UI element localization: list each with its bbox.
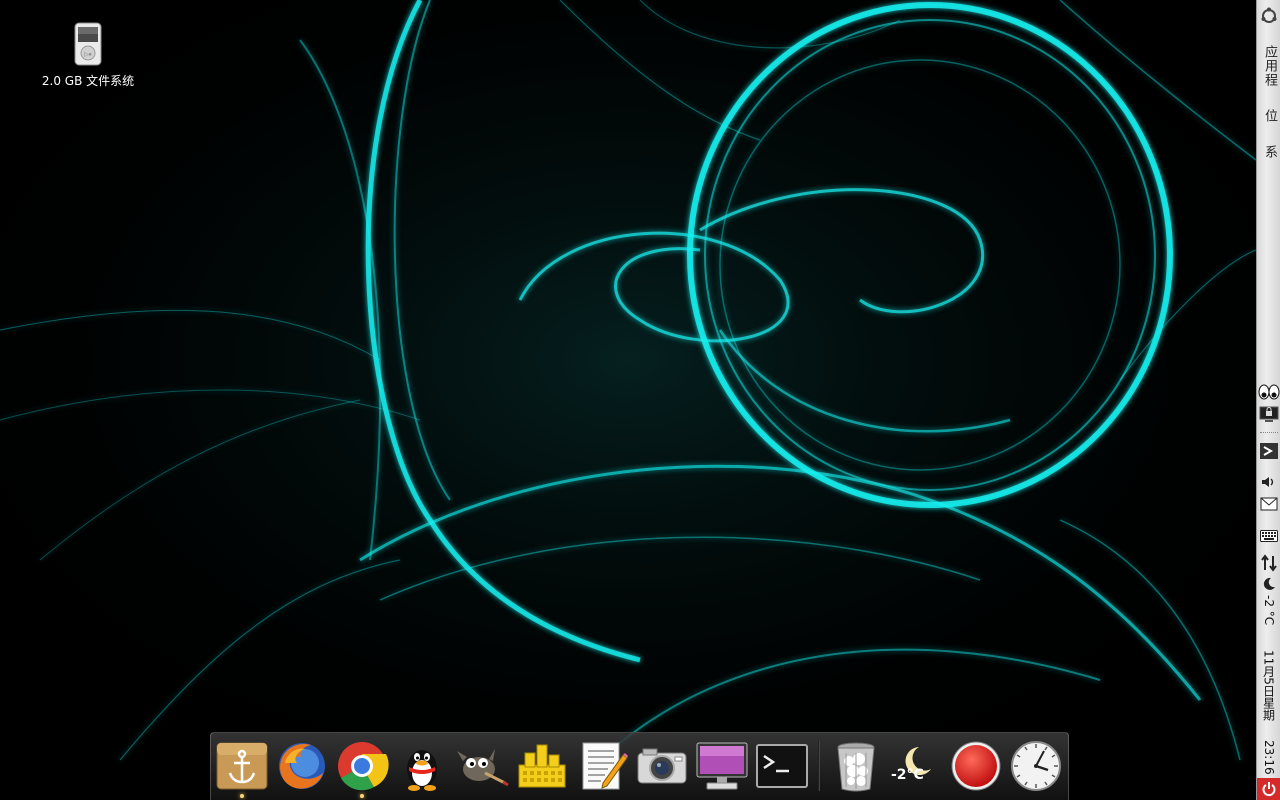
desktop-icon-label: 2.0 GB 文件系统 bbox=[41, 74, 135, 88]
right-panel: 应用程 位 系 -2 °C 11月5日星期 23:16 bbox=[1256, 0, 1280, 800]
places-menu-label: 位 bbox=[1262, 109, 1277, 123]
desktop-icon-filesystem[interactable]: ▷⏸ 2.0 GB 文件系统 bbox=[28, 22, 148, 89]
dock-separator bbox=[818, 741, 820, 791]
dock-item-gimp[interactable] bbox=[454, 737, 510, 795]
camera-icon bbox=[637, 748, 687, 784]
trash-icon bbox=[837, 742, 875, 792]
places-menu[interactable]: 位 bbox=[1257, 104, 1280, 128]
clock-icon bbox=[1011, 741, 1061, 791]
dock-item-camera[interactable] bbox=[634, 737, 690, 795]
dock: -2°C bbox=[210, 732, 1069, 800]
fractal-wallpaper bbox=[0, 0, 1256, 800]
volume-icon[interactable] bbox=[1257, 472, 1280, 492]
eyes-icon[interactable] bbox=[1257, 382, 1280, 402]
dock-item-terminal[interactable] bbox=[754, 737, 810, 795]
keyboard-icon[interactable] bbox=[1257, 526, 1280, 546]
date-display[interactable]: 11月5日星期 bbox=[1257, 636, 1280, 734]
dock-item-weather[interactable]: -2°C bbox=[888, 737, 944, 795]
weather-temperature[interactable]: -2 °C bbox=[1257, 592, 1280, 628]
dock-item-chrome[interactable] bbox=[334, 737, 390, 798]
network-manager-icon[interactable] bbox=[1257, 440, 1280, 462]
applications-menu[interactable]: 应用程 bbox=[1257, 40, 1280, 92]
dock-item-record[interactable] bbox=[948, 737, 1004, 795]
weather-moon-icon bbox=[905, 747, 931, 775]
terminal-icon bbox=[756, 744, 808, 788]
panel-separator bbox=[1260, 432, 1278, 434]
dock-item-clock[interactable] bbox=[1008, 737, 1064, 795]
running-indicator bbox=[360, 794, 364, 798]
dock-item-spreadsheet[interactable] bbox=[514, 737, 570, 795]
gimp-icon bbox=[457, 749, 509, 787]
transfer-icon[interactable] bbox=[1257, 552, 1280, 574]
power-button[interactable] bbox=[1257, 778, 1280, 800]
dock-item-anchor[interactable] bbox=[214, 737, 270, 798]
record-icon bbox=[951, 741, 1001, 791]
running-indicator bbox=[240, 794, 244, 798]
lock-screen-icon[interactable] bbox=[1257, 404, 1280, 426]
time-text: 23:16 bbox=[1262, 739, 1276, 775]
spreadsheet-icon bbox=[518, 744, 566, 788]
clock-display[interactable]: 23:16 bbox=[1257, 736, 1280, 778]
dock-item-monitor[interactable] bbox=[694, 737, 750, 795]
dock-item-qq[interactable] bbox=[394, 737, 450, 795]
dock-item-trash[interactable] bbox=[828, 737, 884, 795]
firefox-icon bbox=[279, 743, 325, 789]
system-menu-label: 系 bbox=[1262, 145, 1277, 159]
power-icon bbox=[1262, 782, 1276, 797]
ubuntu-logo-icon[interactable] bbox=[1257, 4, 1280, 28]
dock-item-firefox[interactable] bbox=[274, 737, 330, 795]
system-menu[interactable]: 系 bbox=[1257, 140, 1280, 164]
qq-penguin-icon bbox=[407, 750, 437, 791]
chrome-icon bbox=[338, 742, 389, 791]
desktop-wallpaper bbox=[0, 0, 1256, 800]
date-text: 11月5日星期 bbox=[1261, 649, 1276, 721]
anchor-icon bbox=[216, 742, 268, 790]
ipod-drive-icon: ▷⏸ bbox=[73, 22, 103, 66]
dock-item-text-editor[interactable] bbox=[574, 737, 630, 795]
weather-temperature-text: -2 °C bbox=[1262, 594, 1276, 626]
weather-moon-icon[interactable] bbox=[1257, 576, 1280, 592]
text-editor-icon bbox=[582, 742, 628, 790]
svg-text:▷⏸: ▷⏸ bbox=[84, 51, 92, 58]
monitor-icon bbox=[696, 742, 748, 790]
weather-temperature-label: -2°C bbox=[891, 767, 924, 783]
mail-icon[interactable] bbox=[1257, 494, 1280, 514]
applications-menu-label: 应用程 bbox=[1262, 45, 1277, 87]
